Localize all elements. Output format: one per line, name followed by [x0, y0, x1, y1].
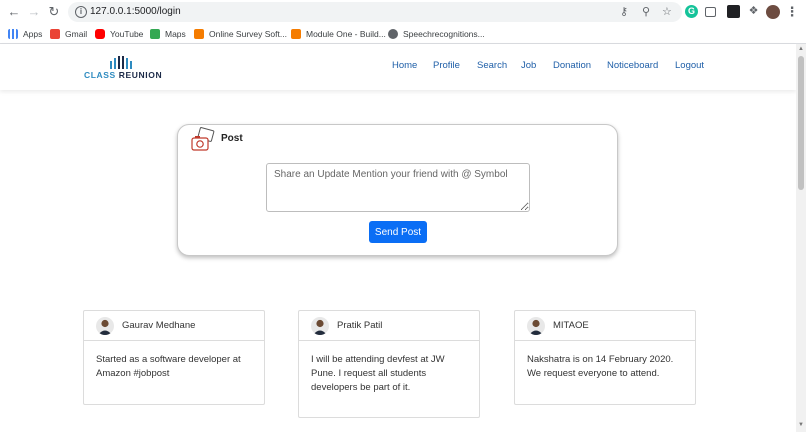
camera-photo-icon — [191, 127, 215, 151]
feed-card: Pratik Patil I will be attending devfest… — [298, 310, 480, 418]
nav-profile[interactable]: Profile — [433, 60, 460, 71]
youtube-icon — [95, 29, 105, 39]
page-scrollbar[interactable]: ▲ ▼ — [796, 44, 806, 432]
globe-icon — [388, 29, 398, 39]
site-info-icon[interactable]: i — [75, 6, 87, 18]
bookmarks-bar: Apps Gmail YouTube Maps Online Survey So… — [0, 24, 806, 44]
scroll-up-icon[interactable]: ▲ — [798, 46, 804, 52]
bookmark-module-one[interactable]: Module One - Build... — [291, 27, 386, 41]
site-header: CLASS REUNION Home Profile Search Job Do… — [0, 44, 796, 90]
grammarly-extension-icon[interactable]: G — [685, 5, 698, 18]
avatar[interactable] — [311, 317, 329, 335]
extensions-puzzle-icon[interactable]: ❖ — [747, 5, 760, 18]
logo-text: CLASS REUNION — [84, 70, 163, 80]
feed-card-header: Gaurav Medhane — [84, 311, 264, 341]
bookmark-speechrecognitions[interactable]: Speechrecognitions... — [388, 27, 485, 41]
post-title: Post — [221, 133, 243, 144]
apps-grid-icon — [8, 29, 18, 39]
feed-post-text: Nakshatra is on 14 February 2020. We req… — [527, 354, 674, 379]
browser-chrome: ← → ↻ i 127.0.0.1:5000/login ⚷ ⚲ ☆ G ❖ ⋮… — [0, 0, 806, 44]
scrollbar-thumb[interactable] — [798, 56, 804, 190]
camera-extension-icon[interactable] — [705, 7, 716, 17]
address-bar[interactable]: i 127.0.0.1:5000/login ⚷ ⚲ ☆ — [68, 2, 682, 22]
feed-author-name[interactable]: Gaurav Medhane — [122, 320, 195, 331]
feed-author-name[interactable]: MITAOE — [553, 320, 589, 331]
bookmark-apps[interactable]: Apps — [8, 27, 42, 41]
scroll-down-icon[interactable]: ▼ — [798, 422, 804, 428]
feed-post-text: Started as a software developer at Amazo… — [96, 354, 241, 379]
bookmark-gmail[interactable]: Gmail — [50, 27, 87, 41]
back-icon[interactable]: ← — [6, 4, 22, 20]
post-textarea[interactable] — [266, 163, 530, 212]
key-icon[interactable]: ⚷ — [620, 6, 628, 18]
nav-donation[interactable]: Donation — [553, 60, 591, 71]
send-post-button[interactable]: Send Post — [369, 221, 427, 243]
kebab-menu-icon[interactable]: ⋮ — [784, 4, 800, 20]
bookmark-youtube[interactable]: YouTube — [95, 27, 143, 41]
maps-icon — [150, 29, 160, 39]
post-composer-card: Post Send Post — [177, 124, 618, 256]
feed-post-text: I will be attending devfest at JW Pune. … — [311, 354, 445, 393]
bookmark-maps[interactable]: Maps — [150, 27, 186, 41]
url-text: 127.0.0.1:5000/login — [90, 6, 181, 17]
profile-avatar[interactable] — [766, 5, 780, 19]
feed-card-header: MITAOE — [515, 311, 695, 341]
cube-icon — [291, 29, 301, 39]
feed-author-name[interactable]: Pratik Patil — [337, 320, 382, 331]
feed-card-header: Pratik Patil — [299, 311, 479, 341]
zoom-icon[interactable]: ⚲ — [642, 6, 650, 18]
logo-mark-icon — [110, 56, 132, 69]
cube-icon — [194, 29, 204, 39]
nav-noticeboard[interactable]: Noticeboard — [607, 60, 658, 71]
forward-icon[interactable]: → — [26, 4, 42, 20]
bookmark-star-icon[interactable]: ☆ — [662, 6, 672, 18]
nav-search[interactable]: Search — [477, 60, 507, 71]
browser-toolbar: ← → ↻ i 127.0.0.1:5000/login ⚷ ⚲ ☆ G ❖ ⋮ — [0, 0, 806, 24]
nav-job[interactable]: Job — [521, 60, 536, 71]
pen-extension-icon[interactable] — [727, 5, 740, 18]
nav-home[interactable]: Home — [392, 60, 417, 71]
avatar[interactable] — [527, 317, 545, 335]
feed-card: MITAOE Nakshatra is on 14 February 2020.… — [514, 310, 696, 405]
class-reunion-logo[interactable]: CLASS REUNION — [84, 56, 174, 82]
avatar[interactable] — [96, 317, 114, 335]
nav-logout[interactable]: Logout — [675, 60, 704, 71]
bookmark-online-survey[interactable]: Online Survey Soft... — [194, 27, 287, 41]
gmail-icon — [50, 29, 60, 39]
feed-card: Gaurav Medhane Started as a software dev… — [83, 310, 265, 405]
reload-icon[interactable]: ↻ — [46, 4, 62, 20]
